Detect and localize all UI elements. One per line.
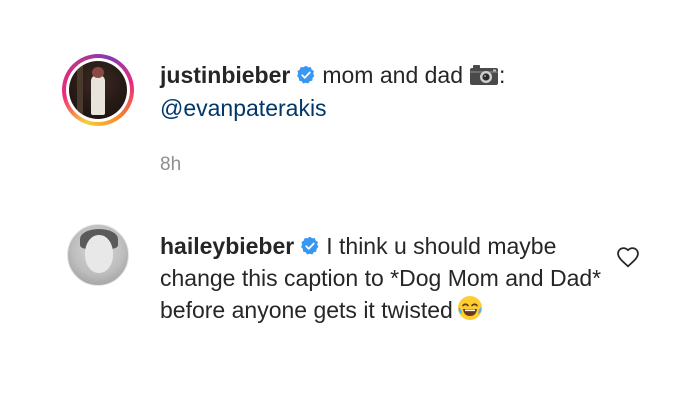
avatar	[69, 61, 127, 119]
commenter-avatar[interactable]	[67, 224, 129, 286]
mention-link[interactable]: @evanpaterakis	[160, 95, 327, 121]
comment-text: haileybieber I think u should maybe chan…	[160, 230, 610, 326]
caption-colon: :	[499, 62, 506, 88]
post-username[interactable]: justinbieber	[160, 62, 290, 88]
story-ring[interactable]	[62, 54, 134, 126]
heart-outline-icon[interactable]	[615, 244, 641, 270]
laughing-crying-emoji-icon	[457, 296, 482, 320]
comment-body-line1: I think u should	[326, 233, 481, 259]
timestamp[interactable]: 8h	[160, 154, 181, 176]
caption-text: justinbieber mom and dad : @evanpateraki…	[160, 59, 620, 125]
camera-icon	[470, 65, 498, 85]
caption-body: mom and dad	[322, 62, 463, 88]
commenter-username[interactable]: haileybieber	[160, 233, 294, 259]
verified-badge-icon	[301, 236, 319, 255]
comments-panel: justinbieber mom and dad : @evanpateraki…	[0, 0, 700, 400]
verified-badge-icon	[297, 65, 315, 84]
